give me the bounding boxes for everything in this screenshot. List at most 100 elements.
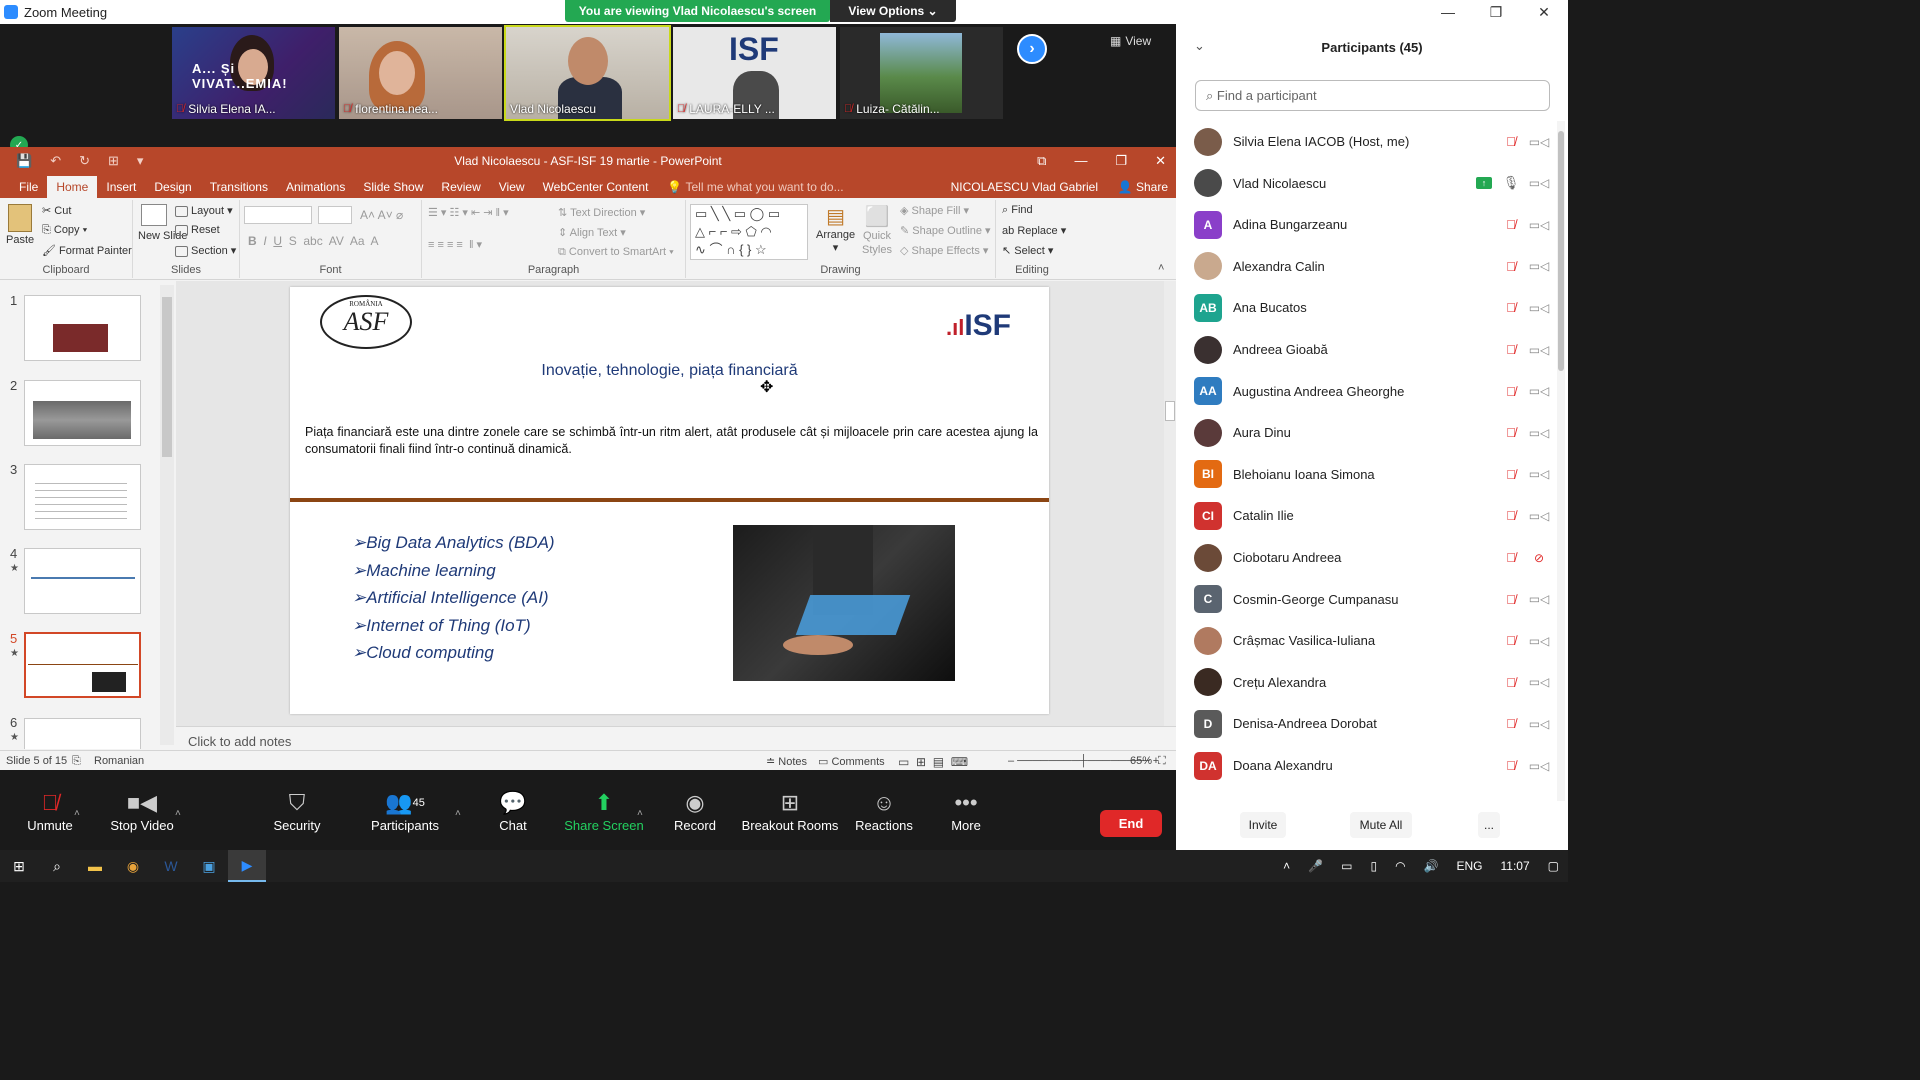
grow-shrink-font-icon[interactable]: A˄ A˅ ⌀ (360, 208, 403, 222)
convert-smartart-button[interactable]: ⧉ Convert to SmartArt ▾ (558, 246, 674, 259)
mic-muted-icon[interactable]: 🎙̸ (1500, 217, 1522, 232)
slide-thumbnail-selected[interactable] (24, 632, 141, 698)
slide-canvas[interactable]: ROMÂNIA ASF .ılISF Inovație, tehnologie, … (290, 287, 1049, 714)
collapse-ribbon-icon[interactable]: ˄ (1158, 262, 1164, 274)
notifications-icon[interactable]: ▢ (1539, 859, 1568, 873)
fit-slide-icon[interactable]: ⛶ (1158, 755, 1166, 768)
slide-scrollbar[interactable] (1164, 281, 1176, 726)
view-layout-button[interactable]: ▦ View (1110, 34, 1151, 48)
cut-button[interactable]: ✂ Cut (42, 204, 71, 217)
battery-tray-icon[interactable]: ▭ (1332, 859, 1361, 873)
participants-caret-icon[interactable]: ˄ (455, 808, 461, 819)
video-camera-icon[interactable]: ▭◁ (1522, 218, 1556, 232)
tray-overflow-chevron-icon[interactable]: ˄ (1274, 859, 1299, 873)
participant-row[interactable]: AA Augustina Andreea Gheorghe 🎙̸ ▭◁ (1176, 371, 1556, 412)
more-button[interactable]: ••• More (916, 770, 1016, 850)
participant-row[interactable]: CI Catalin Ilie 🎙̸ ▭◁ (1176, 495, 1556, 536)
share-options-caret-icon[interactable]: ˄ (637, 808, 643, 819)
zoom-taskbar-icon[interactable]: ▶ (228, 850, 266, 882)
photos-icon[interactable]: ▣ (190, 850, 228, 882)
ribbon-display-icon[interactable]: ⧉ (1037, 153, 1046, 169)
scrollbar-thumb[interactable] (1558, 131, 1564, 371)
security-button[interactable]: ⛉ Security (247, 770, 347, 850)
video-camera-icon[interactable]: ▭◁ (1522, 592, 1556, 606)
video-tile-active-speaker[interactable]: Vlad Nicolaescu (504, 25, 671, 121)
mic-muted-icon[interactable]: 🎙̸ (1500, 758, 1522, 773)
section-button[interactable]: Section ▾ (175, 244, 236, 257)
video-camera-icon[interactable]: ▭◁ (1522, 467, 1556, 481)
chat-button[interactable]: 💬 Chat (463, 770, 563, 850)
replace-button[interactable]: ab Replace ▾ (1002, 224, 1066, 237)
search-icon[interactable]: ⌕ (38, 850, 76, 882)
usb-tray-icon[interactable]: ▯ (1361, 859, 1386, 873)
tab-transitions[interactable]: Transitions (201, 176, 277, 198)
slide-thumbnail[interactable] (24, 718, 141, 749)
mic-muted-icon[interactable]: 🎙̸ (1500, 300, 1522, 315)
mic-muted-icon[interactable]: 🎙̸ (1500, 550, 1522, 565)
mic-muted-icon[interactable]: 🎙̸ (1500, 716, 1522, 731)
invite-button[interactable]: Invite (1240, 812, 1286, 838)
wifi-icon[interactable]: ◠ (1386, 859, 1414, 873)
tab-view[interactable]: View (490, 176, 534, 198)
participants-scrollbar[interactable] (1557, 121, 1565, 801)
mic-muted-icon[interactable]: 🎙̸ (1500, 467, 1522, 482)
mic-muted-icon[interactable]: 🎙̸ (1500, 384, 1522, 399)
shapes-gallery[interactable]: ▭ ╲ ╲ ▭ ◯ ▭ △ ⌐ ⌐ ⇨ ⬠ ◠ ∿ ⌒ ∩ { } ☆ (690, 204, 808, 260)
minimize-button[interactable]: — (1424, 4, 1472, 20)
paste-button[interactable]: Paste (6, 204, 34, 246)
word-icon[interactable]: W (152, 850, 190, 882)
video-options-caret-icon[interactable]: ˄ (175, 808, 181, 819)
video-camera-icon[interactable]: ▭◁ (1522, 259, 1556, 273)
mic-muted-icon[interactable]: 🎙̸ (1500, 425, 1522, 440)
scrollbar-thumb[interactable] (162, 297, 172, 457)
slide-thumbnail[interactable] (24, 380, 141, 446)
customize-qat-icon[interactable]: ▾ (137, 153, 144, 169)
video-camera-icon[interactable]: ▭◁ (1522, 675, 1556, 689)
align-text-button[interactable]: ⇕ Align Text ▾ (558, 226, 626, 239)
restore-button[interactable]: ❐ (1472, 4, 1520, 21)
file-explorer-icon[interactable]: ▬ (76, 850, 114, 882)
video-tile[interactable]: 🎙̸ florentina.nea... (339, 27, 502, 119)
video-tile[interactable]: ISF 🎙̸ LAURA-ELLY ... (673, 27, 836, 119)
slide-thumbnail[interactable] (24, 548, 141, 614)
participant-search-input[interactable]: ⌕ Find a participant (1195, 80, 1550, 111)
next-page-arrow-icon[interactable]: › (1017, 34, 1047, 64)
ppt-minimize-icon[interactable]: — (1074, 153, 1087, 169)
mic-muted-icon[interactable]: 🎙̸ (1500, 508, 1522, 523)
view-options-button[interactable]: View Options ⌄ (830, 0, 956, 22)
shape-outline-button[interactable]: ✎ Shape Outline ▾ (900, 224, 991, 237)
view-mode-icons[interactable]: ▭ ⊞ ▤ ⌨ (898, 755, 968, 769)
tab-review[interactable]: Review (432, 176, 489, 198)
participant-row[interactable]: Silvia Elena IACOB (Host, me) 🎙̸ ▭◁ (1176, 121, 1556, 162)
tab-design[interactable]: Design (145, 176, 200, 198)
participant-row[interactable]: D Denisa-Andreea Dorobat 🎙̸ ▭◁ (1176, 703, 1556, 744)
spellcheck-icon[interactable]: ⎘ (72, 755, 81, 768)
chrome-icon[interactable]: ◉ (114, 850, 152, 882)
notes-toggle[interactable]: ≐ Notes (766, 755, 807, 768)
video-camera-icon[interactable]: ▭◁ (1522, 343, 1556, 357)
tab-insert[interactable]: Insert (97, 176, 145, 198)
notes-pane[interactable]: Click to add notes (176, 726, 1176, 750)
tab-home[interactable]: Home (47, 176, 98, 198)
participant-row[interactable]: Andreea Gioabă 🎙̸ ▭◁ (1176, 329, 1556, 370)
clock[interactable]: 11:07 (1492, 859, 1539, 873)
microphone-tray-icon[interactable]: 🎤 (1299, 859, 1332, 873)
mic-muted-icon[interactable]: 🎙̸ (1500, 134, 1522, 149)
quick-styles-button[interactable]: ⬜ Quick Styles (860, 204, 894, 257)
mic-icon[interactable]: 🎙 (1500, 175, 1522, 191)
ppt-close-icon[interactable]: ✕ (1155, 153, 1166, 169)
layout-button[interactable]: Layout ▾ (175, 204, 233, 217)
unmute-button[interactable]: 🎙̸ Unmute (0, 770, 100, 850)
video-camera-icon[interactable]: ▭◁ (1522, 301, 1556, 315)
shape-fill-button[interactable]: ◈ Shape Fill ▾ (900, 204, 969, 217)
find-button[interactable]: ⌕ Find (1002, 204, 1033, 217)
participants-button[interactable]: 👥 45 Participants (355, 770, 455, 850)
slide-thumbnail[interactable] (24, 295, 141, 361)
thumbnails-scrollbar[interactable] (160, 285, 174, 745)
tab-webcenter-content[interactable]: WebCenter Content (534, 176, 658, 198)
shape-effects-button[interactable]: ◇ Shape Effects ▾ (900, 244, 988, 257)
video-off-icon[interactable]: ⊘ (1522, 551, 1556, 565)
video-camera-icon[interactable]: ▭◁ (1522, 176, 1556, 190)
slide-thumbnail[interactable] (24, 464, 141, 530)
mic-muted-icon[interactable]: 🎙̸ (1500, 592, 1522, 607)
